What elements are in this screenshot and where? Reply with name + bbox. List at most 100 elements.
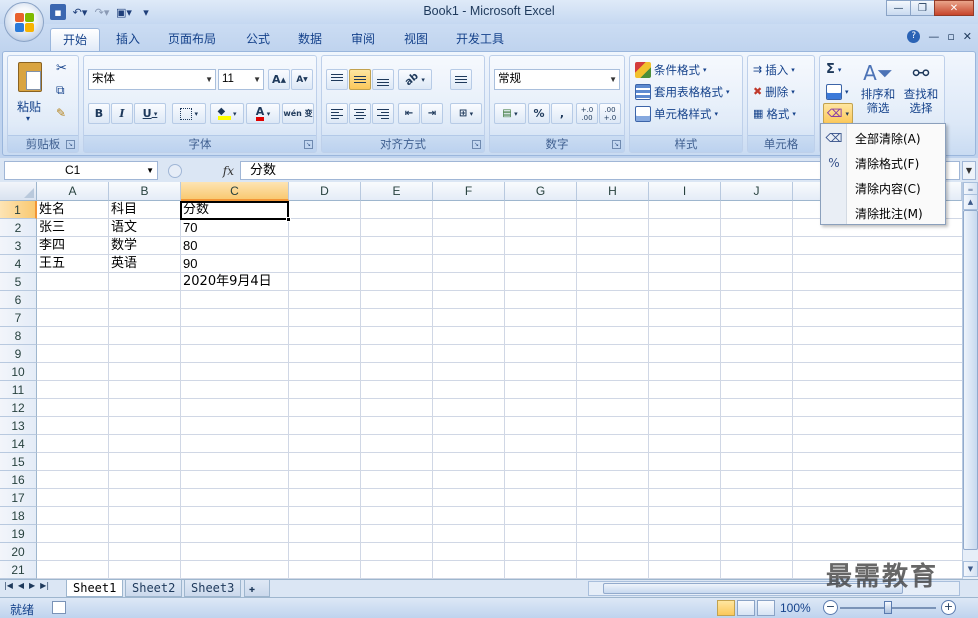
page-layout-view-icon[interactable] [737, 600, 755, 616]
format-as-table-button[interactable]: 套用表格格式 ▾ [635, 81, 730, 102]
ribbon-close-icon[interactable]: ✕ [963, 30, 972, 43]
cell-b4[interactable]: 英语 [109, 255, 137, 273]
scroll-up-icon[interactable]: ▲ [963, 194, 978, 210]
zoom-out-button[interactable]: − [823, 600, 838, 615]
bold-button[interactable]: B [88, 103, 110, 124]
sheet-tab-sheet3[interactable]: Sheet3 [184, 580, 242, 597]
tab-insert[interactable]: 插入 [104, 28, 152, 52]
tab-data[interactable]: 数据 [286, 28, 334, 52]
clear-formats-menu-item[interactable]: % 清除格式(F) [821, 151, 945, 175]
column-header-e[interactable]: E [361, 182, 433, 201]
select-all-corner[interactable] [0, 182, 37, 201]
expand-formula-bar-icon[interactable]: ▼ [962, 161, 976, 180]
wrap-text-button[interactable] [450, 69, 472, 90]
column-header-c[interactable]: C [181, 182, 289, 201]
name-box[interactable]: C1 ▼ [4, 161, 158, 180]
tab-page-layout[interactable]: 页面布局 [156, 28, 228, 52]
fill-color-button[interactable]: ◆ ▾ [210, 103, 244, 124]
cell-c2[interactable]: 70 [181, 219, 197, 237]
insert-cells-button[interactable]: ⇉ 插入 ▾ [753, 59, 795, 80]
row-header-4[interactable]: 4 [0, 255, 37, 273]
vertical-scroll-thumb[interactable] [963, 210, 978, 550]
last-sheet-icon[interactable]: ▶| [40, 581, 49, 590]
column-header-h[interactable]: H [577, 182, 649, 201]
clear-all-menu-item[interactable]: ⌫ 全部清除(A) [821, 126, 945, 150]
row-header-9[interactable]: 9 [0, 345, 37, 363]
cell-a4[interactable]: 王五 [37, 255, 65, 273]
decrease-decimal-button[interactable]: .00 +.0 [599, 103, 621, 124]
row-header-11[interactable]: 11 [0, 381, 37, 399]
page-break-view-icon[interactable] [757, 600, 775, 616]
cell-b1[interactable]: 科目 [109, 201, 137, 219]
row-header-16[interactable]: 16 [0, 471, 37, 489]
number-launcher-icon[interactable]: ↘ [612, 140, 621, 149]
insert-function-button[interactable]: fx [223, 164, 234, 178]
zoom-in-button[interactable]: + [941, 600, 956, 615]
column-header-d[interactable]: D [289, 182, 361, 201]
cell-c4[interactable]: 90 [181, 255, 197, 273]
number-format-combo[interactable]: 常规 ▼ [494, 69, 620, 90]
align-left-button[interactable] [326, 103, 348, 124]
sheet-tab-sheet2[interactable]: Sheet2 [125, 580, 183, 597]
column-header-a[interactable]: A [37, 182, 109, 201]
vertical-scrollbar[interactable]: ═ ▲ ▼ [962, 182, 978, 579]
row-header-10[interactable]: 10 [0, 363, 37, 381]
clear-button[interactable]: ⌫ ▾ [823, 103, 853, 124]
column-header-i[interactable]: I [649, 182, 721, 201]
row-header-7[interactable]: 7 [0, 309, 37, 327]
clipboard-launcher-icon[interactable]: ↘ [66, 140, 75, 149]
find-select-button[interactable]: ⚯ 查找和 选择 [900, 59, 942, 123]
row-header-14[interactable]: 14 [0, 435, 37, 453]
shrink-font-button[interactable]: A ▼ [291, 69, 313, 90]
row-header-13[interactable]: 13 [0, 417, 37, 435]
autosum-button[interactable]: Σ ▾ [826, 59, 841, 80]
chevron-down-icon[interactable]: ▼ [146, 162, 154, 179]
fill-button[interactable]: ▾ [826, 81, 849, 102]
underline-button[interactable]: U ▾ [134, 103, 166, 124]
normal-view-icon[interactable] [717, 600, 735, 616]
font-size-combo[interactable]: 11 ▼ [218, 69, 264, 90]
font-color-button[interactable]: A ▾ [246, 103, 280, 124]
cut-button[interactable]: ✂ [56, 58, 67, 79]
minimize-button[interactable]: — [886, 0, 911, 16]
row-header-19[interactable]: 19 [0, 525, 37, 543]
format-cells-button[interactable]: ▦ 格式 ▾ [753, 103, 796, 124]
worksheet-grid[interactable]: A B C D E F G H I J 1 2 3 4 5 6 7 8 9 10… [0, 182, 962, 579]
row-header-12[interactable]: 12 [0, 399, 37, 417]
cell-c5[interactable]: 2020年9月4日 [181, 273, 272, 291]
macro-record-icon[interactable] [52, 601, 66, 614]
format-painter-button[interactable]: ✎ [56, 102, 66, 123]
font-name-combo[interactable]: 宋体 ▼ [88, 69, 216, 90]
cell-styles-button[interactable]: 单元格样式 ▾ [635, 103, 718, 124]
comma-style-button[interactable]: , [551, 103, 573, 124]
borders-button[interactable]: ▾ [172, 103, 206, 124]
paste-button[interactable]: 粘贴 ▾ [14, 60, 48, 123]
tab-view[interactable]: 视图 [392, 28, 440, 52]
orientation-button[interactable]: ab ▾ [398, 69, 432, 90]
column-header-f[interactable]: F [433, 182, 505, 201]
row-header-2[interactable]: 2 [0, 219, 37, 237]
delete-cells-button[interactable]: ✖ 删除 ▾ [753, 81, 795, 102]
zoom-level[interactable]: 100% [780, 601, 811, 615]
prev-sheet-icon[interactable]: ◀ [18, 581, 24, 590]
alignment-launcher-icon[interactable]: ↘ [472, 140, 481, 149]
sheet-tab-sheet1[interactable]: Sheet1 [66, 580, 124, 597]
insert-sheet-button[interactable]: ✚ [244, 580, 270, 597]
cell-a2[interactable]: 张三 [37, 219, 65, 237]
tab-home[interactable]: 开始 [50, 28, 101, 52]
clear-comments-menu-item[interactable]: 清除批注(M) [821, 201, 945, 225]
row-header-18[interactable]: 18 [0, 507, 37, 525]
increase-decimal-button[interactable]: +.0 .00 [576, 103, 598, 124]
decrease-indent-button[interactable]: ⇤ [398, 103, 420, 124]
grow-font-button[interactable]: A ▲ [268, 69, 290, 90]
zoom-slider-thumb[interactable] [884, 601, 892, 614]
cell-c3[interactable]: 80 [181, 237, 197, 255]
row-header-6[interactable]: 6 [0, 291, 37, 309]
tab-review[interactable]: 审阅 [339, 28, 387, 52]
accounting-format-button[interactable]: ▤ ▾ [494, 103, 526, 124]
expand-dots-icon[interactable] [168, 163, 182, 178]
row-header-5[interactable]: 5 [0, 273, 37, 291]
restore-button[interactable]: ❐ [910, 0, 935, 16]
sort-filter-button[interactable]: A⏷ 排序和 筛选 [858, 59, 898, 123]
conditional-format-button[interactable]: 条件格式 ▾ [635, 59, 707, 80]
